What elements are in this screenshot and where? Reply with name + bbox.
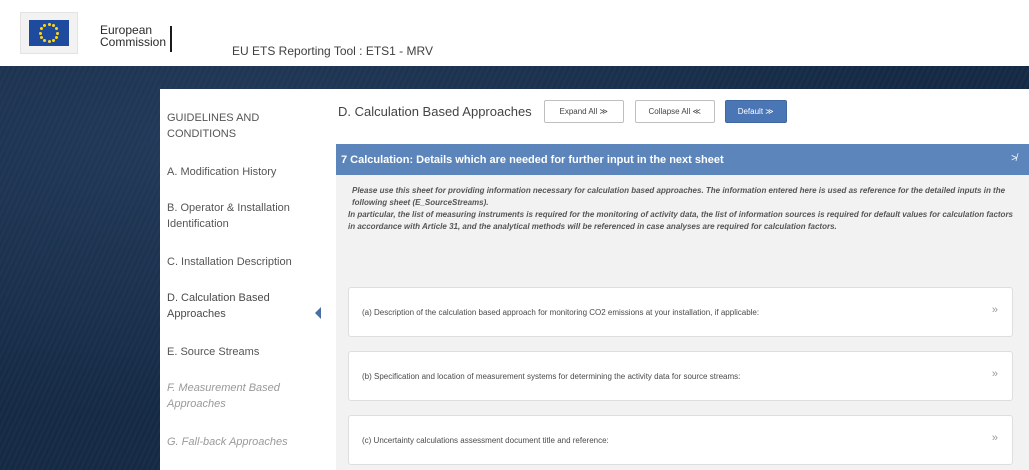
sidebar-item-modification-history[interactable]: A. Modification History — [167, 164, 312, 180]
org-name-line2: Commission — [100, 35, 167, 49]
question-label: (b) Specification and location of measur… — [362, 372, 741, 381]
app-title: EU ETS Reporting Tool : ETS1 - MRV — [232, 44, 433, 58]
sidebar-item-calculation-approaches[interactable]: D. Calculation Based Approaches — [167, 290, 312, 322]
section-header: D. Calculation Based Approaches Expand A… — [336, 99, 787, 123]
chevron-down-icon[interactable]: ≯ — [1011, 153, 1017, 164]
active-indicator-icon — [315, 307, 321, 319]
question-card-b[interactable]: (b) Specification and location of measur… — [348, 351, 1013, 401]
sidebar-item-fallback-approaches[interactable]: G. Fall-back Approaches — [167, 434, 312, 450]
question-card-a[interactable]: (a) Description of the calculation based… — [348, 287, 1013, 337]
sidebar-item-operator-identification[interactable]: B. Operator & Installation Identificatio… — [167, 200, 312, 232]
flag-star-icon — [51, 38, 55, 42]
logo-text: European Commission — [100, 24, 166, 48]
flag-star-icon — [43, 38, 47, 42]
question-label: (a) Description of the calculation based… — [362, 308, 760, 317]
flag-star-icon — [40, 27, 44, 31]
intro-paragraph-1: Please use this sheet for providing info… — [352, 186, 1006, 207]
flag-star-icon — [43, 24, 47, 28]
collapse-all-button[interactable]: Collapse All ≪ — [634, 99, 715, 123]
sidebar-nav: GUIDELINES AND CONDITIONS A. Modificatio… — [160, 89, 326, 470]
flag-star-icon — [47, 40, 51, 43]
flag-star-icon — [47, 23, 51, 26]
accordion-title: 7 Calculation: Details which are needed … — [341, 153, 724, 166]
flag-star-icon — [56, 31, 59, 35]
top-header: European Commission EU ETS Reporting Too… — [0, 0, 1029, 66]
chevron-right-icon[interactable]: » — [992, 368, 998, 380]
expand-all-button[interactable]: Expand All ≫ — [543, 99, 624, 123]
content-panel: GUIDELINES AND CONDITIONS A. Modificatio… — [160, 89, 1029, 470]
logo-divider — [170, 26, 173, 52]
flag-star-icon — [54, 27, 58, 31]
main-content: D. Calculation Based Approaches Expand A… — [336, 89, 1029, 470]
default-button[interactable]: Default ≫ — [724, 99, 787, 123]
sidebar-item-installation-description[interactable]: C. Installation Description — [167, 254, 312, 270]
sidebar-item-guidelines[interactable]: GUIDELINES AND CONDITIONS — [167, 110, 312, 142]
intro-text: Please use this sheet for providing info… — [348, 185, 1020, 233]
intro-paragraph-2: In particular, the list of measuring ins… — [348, 210, 1014, 231]
eu-flag-icon — [20, 12, 78, 54]
european-commission-logo[interactable]: European Commission — [20, 12, 173, 54]
chevron-right-icon[interactable]: » — [992, 432, 998, 444]
flag-star-icon — [39, 31, 42, 35]
question-card-c[interactable]: (c) Uncertainty calculations assessment … — [348, 415, 1013, 465]
flag-star-icon — [54, 35, 58, 39]
question-label: (c) Uncertainty calculations assessment … — [362, 436, 609, 445]
section-title: D. Calculation Based Approaches — [338, 103, 532, 119]
accordion-body: Please use this sheet for providing info… — [336, 175, 1029, 470]
chevron-right-icon[interactable]: » — [992, 304, 998, 316]
sidebar-item-source-streams[interactable]: E. Source Streams — [167, 344, 312, 360]
sidebar-item-measurement-approaches[interactable]: F. Measurement Based Approaches — [167, 380, 312, 412]
accordion-header-calculation[interactable]: 7 Calculation: Details which are needed … — [336, 144, 1029, 175]
flag-star-icon — [40, 35, 44, 39]
